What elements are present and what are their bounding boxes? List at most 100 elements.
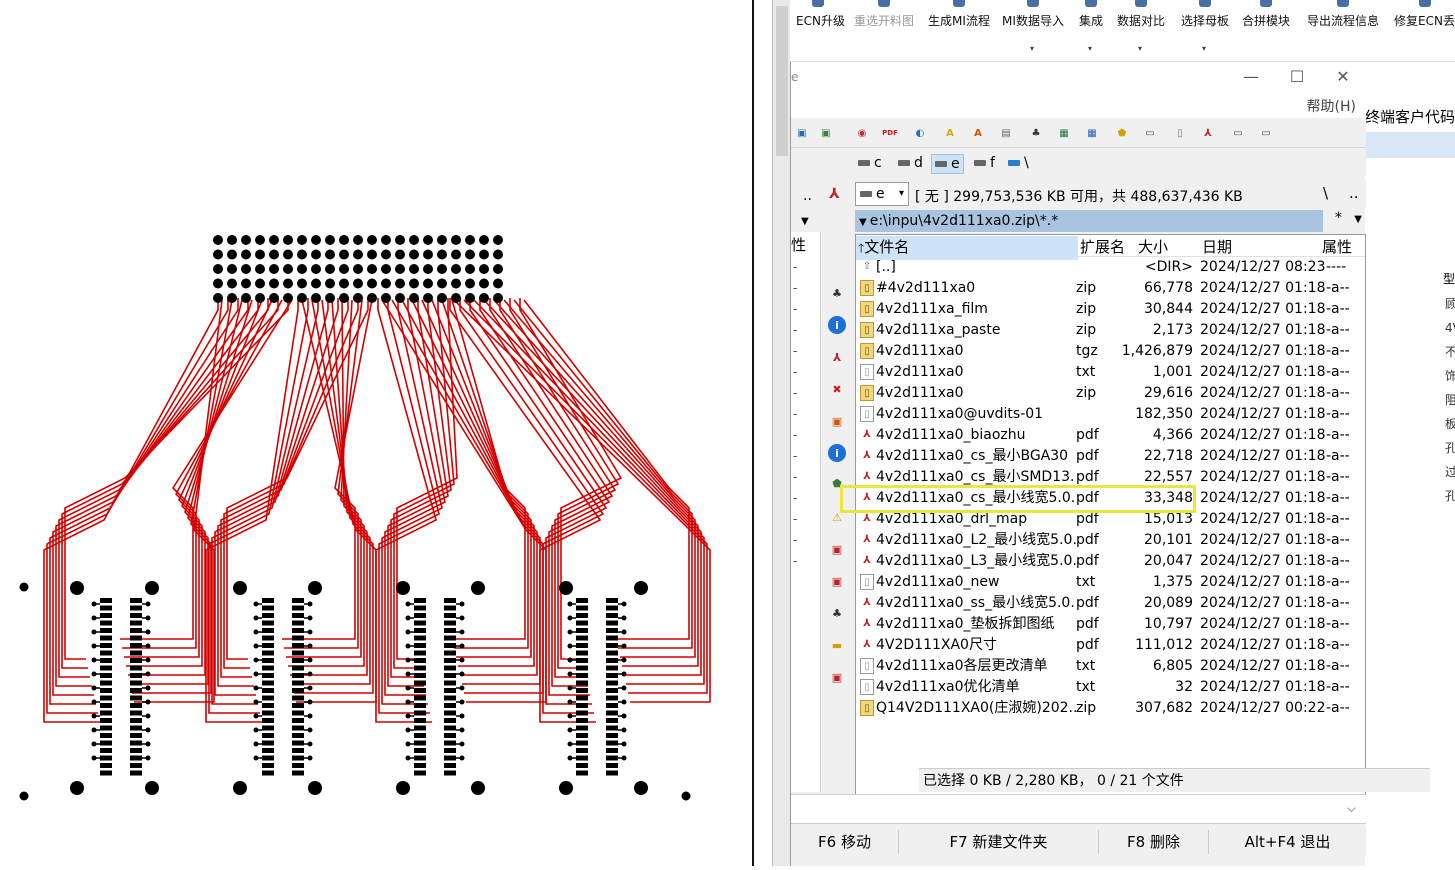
file-row[interactable]: ⇧ [..] <DIR> 2024/12/27 08:23 ----	[856, 257, 1365, 278]
delete-icon[interactable]: ✖	[828, 380, 846, 398]
left-row[interactable]: -	[793, 323, 797, 337]
toolbar-button-7[interactable]: 合拼模块	[1242, 0, 1290, 62]
toolbar-button-0[interactable]: ECN升级	[796, 0, 845, 62]
bg-selected-row[interactable]	[1365, 132, 1455, 158]
column-header-attr[interactable]: 属性	[1322, 236, 1352, 257]
file-row[interactable]: ▯ Q14V2D111XA0(庄淑婉)202... zip 307,682 2024/1…	[856, 698, 1365, 719]
left-row[interactable]: -	[793, 491, 797, 505]
refresh-icon[interactable]: ▣	[817, 124, 835, 142]
left-row[interactable]: -	[793, 302, 797, 316]
shield-icon[interactable]: ⬟	[828, 474, 846, 492]
command-line[interactable]: ⌵	[791, 794, 1366, 824]
file-row[interactable]: ▯ 4v2d111xa0 zip 29,616 2024/12/27 01:18 -a--	[856, 383, 1365, 404]
toolbar-button-2[interactable]: 生成MI流程	[928, 0, 990, 62]
word-icon[interactable]: ▦	[1083, 124, 1101, 142]
file-row[interactable]: ⅄ 4V2D111XA0尺寸 pdf 111,012 2024/12/27 01:18-…	[856, 635, 1365, 656]
drive-4[interactable]: \	[1005, 154, 1032, 174]
file-row[interactable]: ▯ 4v2d111xa0各层更改清单 txt 6,805 2024/12/27 01:1…	[856, 656, 1365, 677]
network-icon[interactable]: ▣	[793, 124, 811, 142]
shield-check-icon[interactable]: ◉	[853, 124, 871, 142]
file-row[interactable]: ▯ 4v2d111xa0优化清单 txt 32 2024/12/27 01:18 -a--	[856, 677, 1365, 698]
warning-icon[interactable]: ⚠	[828, 508, 846, 526]
drive-select[interactable]: e ▾	[855, 182, 909, 206]
help-menu[interactable]: 帮助(H)	[1307, 96, 1356, 116]
background-scrollbar[interactable]	[772, 0, 790, 866]
pdf-export-icon[interactable]: ▣	[828, 540, 846, 558]
document-icon[interactable]: ▤	[997, 124, 1015, 142]
left-column-header[interactable]: 性	[791, 234, 806, 255]
up-button[interactable]: ..	[1349, 184, 1359, 202]
file-row[interactable]: ⅄ 4v2d111xa0_L2_最小线宽5.0... pdf 20,101 2024/1…	[856, 530, 1365, 551]
left-row[interactable]: -	[793, 260, 797, 274]
maximize-button[interactable]: ☐	[1274, 64, 1320, 90]
pdf-tool-icon[interactable]: PDF	[881, 124, 899, 142]
left-row[interactable]: -	[793, 470, 797, 484]
toolbar-button-4[interactable]: 集成 ▾	[1078, 0, 1104, 62]
left-file-list[interactable]: 性 - - - - - - - - - - - - - - -	[791, 232, 821, 792]
close-button[interactable]: ✕	[1320, 64, 1366, 90]
left-up-button[interactable]: ..	[803, 188, 812, 204]
users-icon[interactable]: ♣	[1027, 124, 1045, 142]
font-icon[interactable]: A	[941, 124, 959, 142]
file-row[interactable]: ⅄ 4v2d111xa0_L3_最小线宽5.0... pdf 20,047 2024/1…	[856, 551, 1365, 572]
toolbar-button-6[interactable]: 选择母板 ▾	[1180, 0, 1230, 62]
scrollbar-thumb[interactable]	[776, 6, 788, 156]
left-row[interactable]: -	[793, 365, 797, 379]
move-button[interactable]: F6 移动	[791, 830, 899, 854]
window-icon[interactable]: ▭	[1141, 124, 1159, 142]
toolbar-button-9[interactable]: 修复ECN丢表	[1394, 0, 1455, 62]
file-row[interactable]: ▯ 4v2d111xa_paste zip 2,173 2024/12/27 01:18…	[856, 320, 1365, 341]
blank-page-icon[interactable]: ▯	[1171, 124, 1189, 142]
toolbar-button-1[interactable]: 重选开料图	[852, 0, 916, 62]
chevron-down-icon[interactable]: ▾	[1202, 44, 1206, 53]
file-row[interactable]: ⅄ 4v2d111xa0_ss_最小线宽5.0... pdf 20,089 2024/1…	[856, 593, 1365, 614]
left-row[interactable]: -	[793, 512, 797, 526]
acrobat-icon[interactable]: ⅄	[828, 348, 846, 366]
column-header-ext[interactable]: 扩展名	[1080, 236, 1125, 257]
info-icon[interactable]: i	[828, 316, 846, 334]
left-row[interactable]: -	[793, 554, 797, 568]
left-row[interactable]: -	[793, 407, 797, 421]
chevron-down-icon[interactable]: ⌵	[1347, 801, 1356, 816]
file-row[interactable]: ▯ 4v2d111xa0@uvdits-01 182,350 2024/12/27 0…	[856, 404, 1365, 425]
file-row[interactable]: ▯ 4v2d111xa0 tgz 1,426,879 2024/12/27 01:18-…	[856, 341, 1365, 362]
chevron-down-icon[interactable]: ▾	[1088, 44, 1092, 53]
users-icon[interactable]: ♣	[828, 284, 846, 302]
window-alt-icon[interactable]: ▭	[1229, 124, 1247, 142]
drive-2[interactable]: e	[931, 154, 964, 174]
file-row[interactable]: ⅄ 4v2d111xa0_cs_最小SMD13... pdf 22,557 2024/1…	[856, 467, 1365, 488]
left-row[interactable]: -	[793, 386, 797, 400]
chevron-down-icon[interactable]: ▾	[1138, 44, 1142, 53]
file-row[interactable]: ⅄ 4v2d111xa0_drl_map pdf 15,013 2024/12/27 0…	[856, 509, 1365, 530]
drive-3[interactable]: f	[971, 154, 998, 174]
info-icon[interactable]: i	[828, 444, 846, 462]
toolbar-button-8[interactable]: 导出流程信息	[1306, 0, 1380, 62]
drive-0[interactable]: c	[855, 154, 885, 174]
root-button[interactable]: \	[1323, 184, 1328, 202]
file-row[interactable]: ▯ 4v2d111xa0 txt 1,001 2024/12/27 01:18 -a--	[856, 362, 1365, 383]
file-row[interactable]: ⅄ 4v2d111xa0_biaozhu pdf 4,366 2024/12/27 01…	[856, 425, 1365, 446]
minimize-button[interactable]: —	[1228, 64, 1274, 90]
file-row[interactable]: ▯ 4v2d111xa_film zip 30,844 2024/12/27 01:18…	[856, 299, 1365, 320]
toolbar-button-3[interactable]: MI数据导入 ▾	[1002, 0, 1064, 62]
toolbar-button-5[interactable]: 数据对比 ▾	[1116, 0, 1166, 62]
path-bar[interactable]: ▼ e:\inpu\4v2d111xa0.zip\*.*	[855, 210, 1323, 232]
pdf-export-icon[interactable]: ▣	[828, 572, 846, 590]
text-doc-icon[interactable]: A	[969, 124, 987, 142]
left-row[interactable]: -	[793, 533, 797, 547]
column-header-date[interactable]: 日期	[1202, 236, 1232, 257]
filter-selector[interactable]: * ▼	[1335, 210, 1362, 226]
exit-button[interactable]: Alt+F4 退出	[1209, 830, 1366, 854]
file-row[interactable]: ⅄ 4v2d111xa0_cs_最小线宽5.0... pdf 33,348 2024/1…	[856, 488, 1365, 509]
folder-icon[interactable]: ▬	[828, 636, 846, 654]
acrobat-icon[interactable]: ⅄	[1199, 124, 1217, 142]
image-icon[interactable]: ▣	[828, 412, 846, 430]
file-row[interactable]: ⅄ 4v2d111xa0_垫板拆卸图纸 pdf 10,797 2024/12/27 01…	[856, 614, 1365, 635]
left-row[interactable]: -	[793, 344, 797, 358]
left-pdf-icon[interactable]: ⅄	[829, 186, 840, 202]
pdf-export-icon[interactable]: ▣	[828, 668, 846, 686]
users-icon[interactable]: ♣	[828, 604, 846, 622]
delete-button[interactable]: F8 删除	[1099, 830, 1209, 854]
new-folder-button[interactable]: F7 新建文件夹	[899, 830, 1099, 854]
left-row[interactable]: -	[793, 449, 797, 463]
